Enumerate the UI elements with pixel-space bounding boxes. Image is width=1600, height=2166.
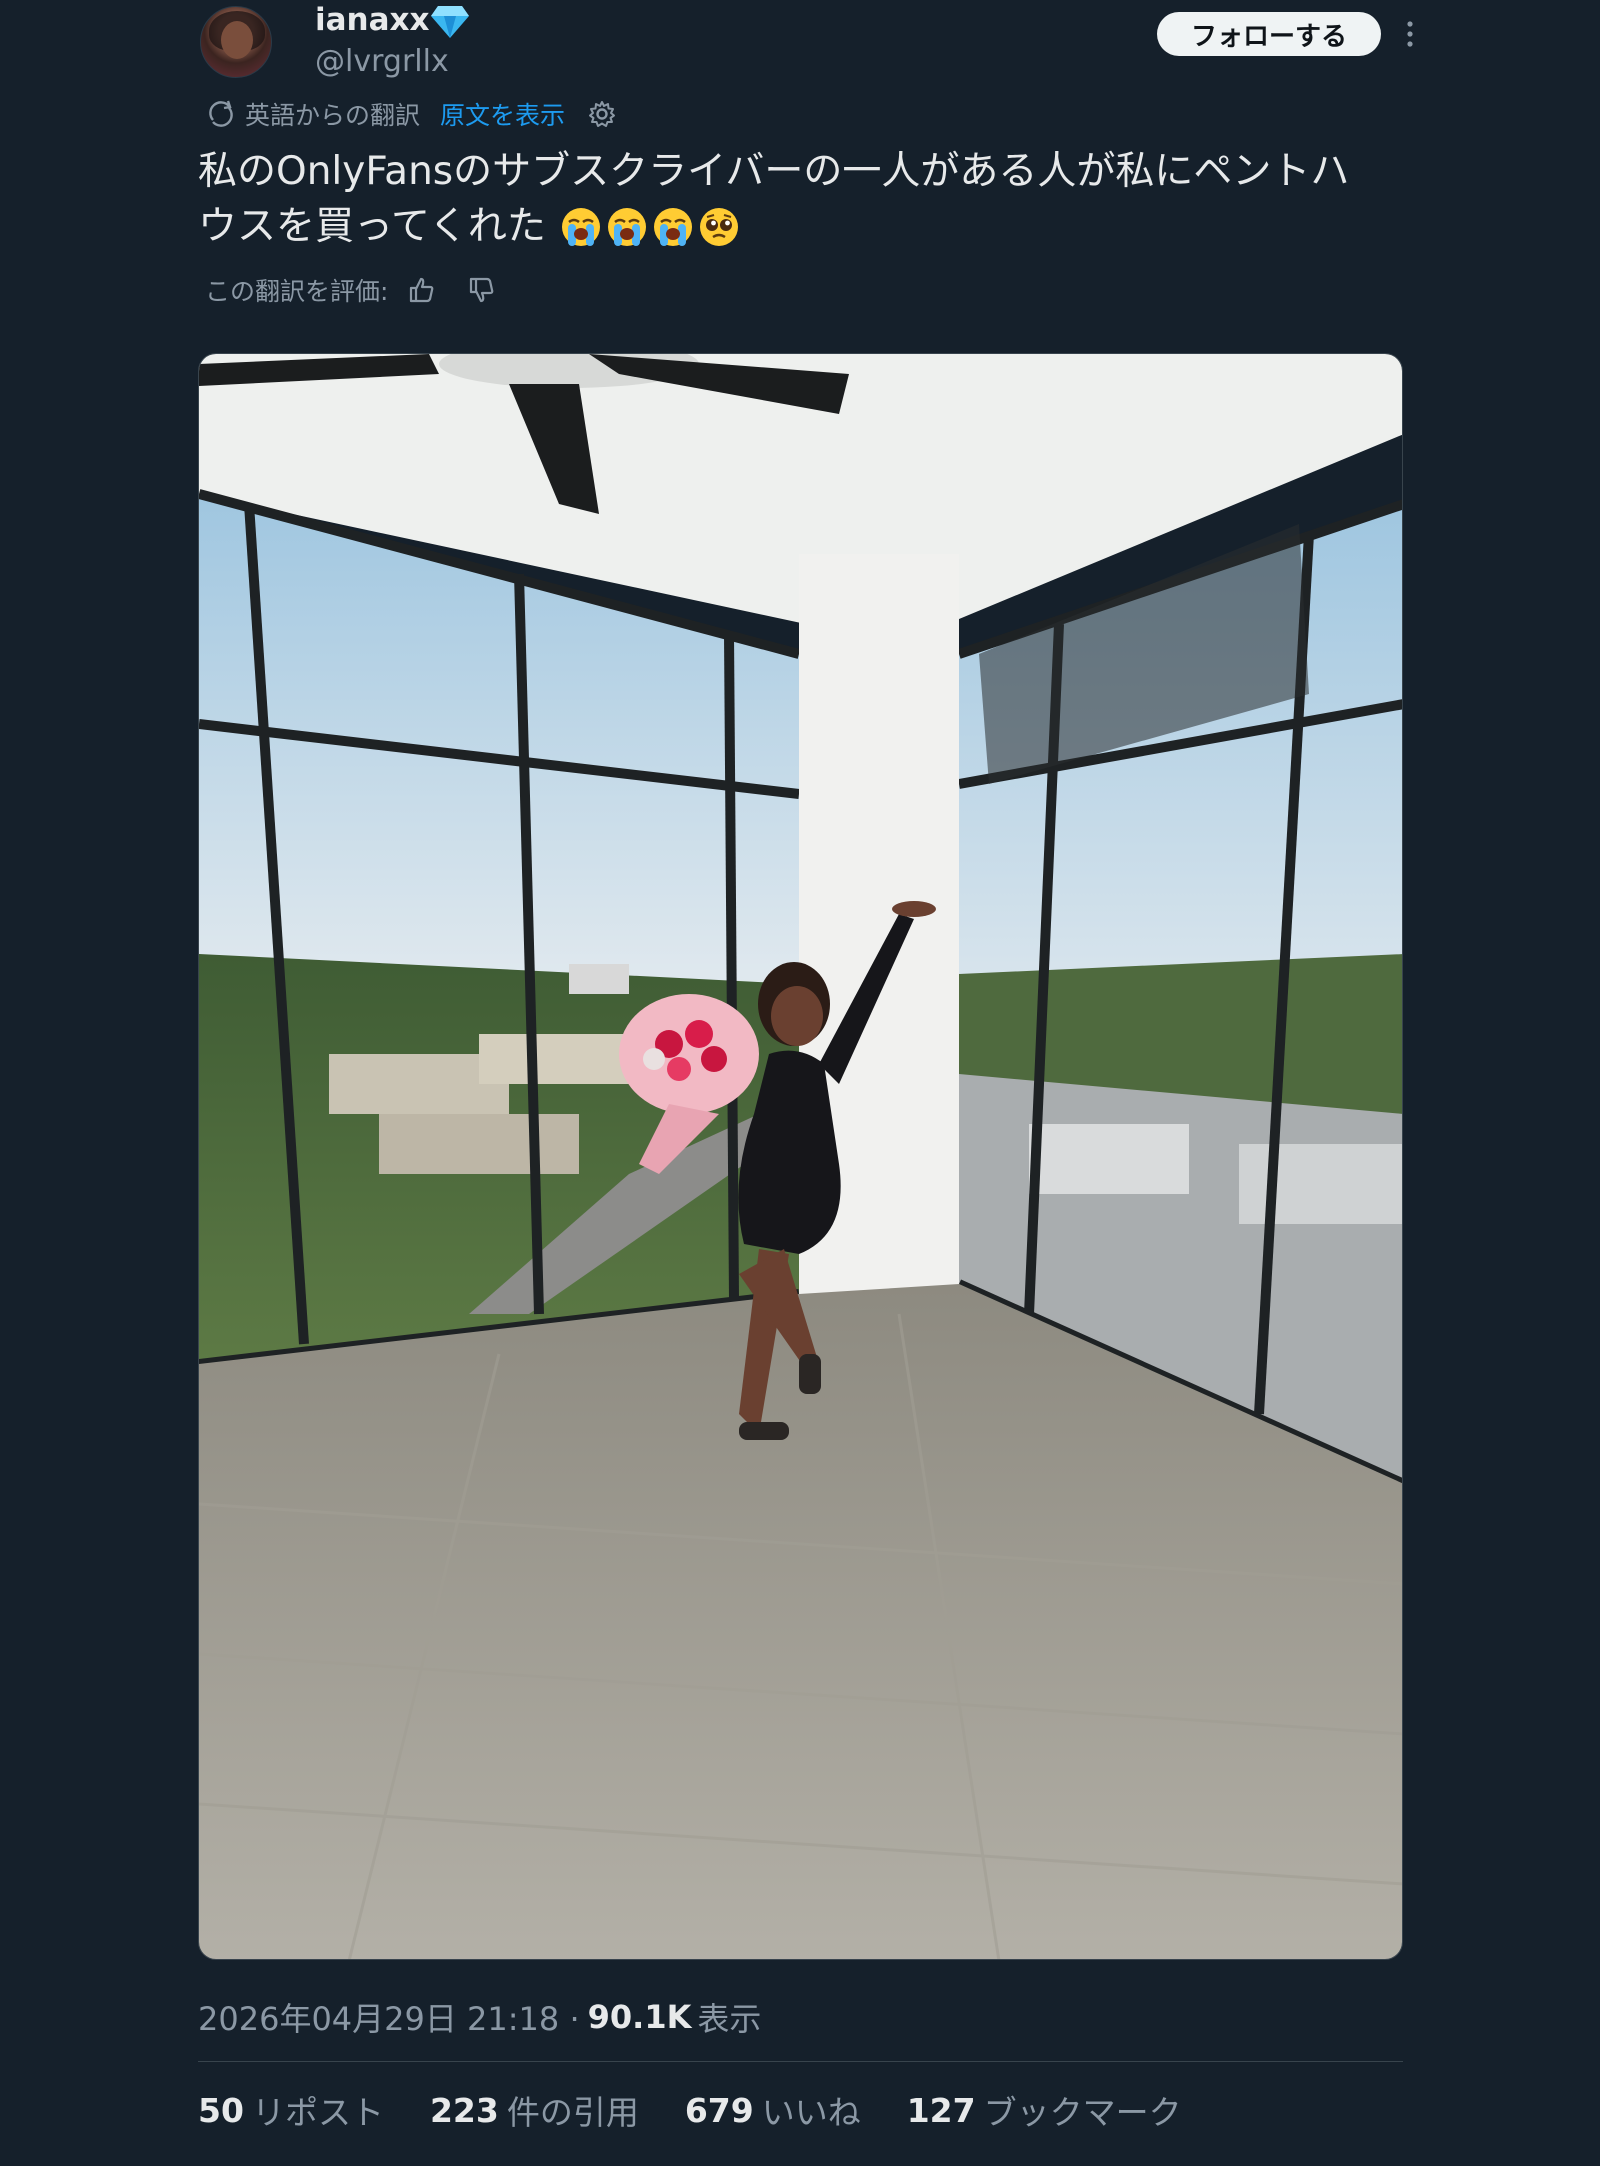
stat-label: 件の引用	[506, 2093, 639, 2132]
gear-icon[interactable]	[587, 99, 617, 129]
tweet-text-line: ウスを買ってくれた	[198, 199, 1398, 254]
pleading-face-icon	[699, 207, 738, 246]
stat-count: 50	[198, 2090, 244, 2130]
stat-label: ブックマーク	[983, 2093, 1182, 2132]
views-count: 90.1K	[587, 1998, 692, 2036]
loudly-crying-face-icon	[561, 207, 600, 246]
translation-bar: 英語からの翻訳 原文を表示	[205, 94, 617, 134]
tweet-text-span: ウスを買ってくれた	[198, 204, 546, 249]
translate-icon	[209, 100, 233, 127]
loudly-crying-face-icon	[653, 207, 692, 246]
stat-count: 223	[429, 2090, 499, 2130]
follow-button[interactable]: フォローする	[1157, 12, 1381, 56]
penthouse-photo	[199, 354, 1402, 1959]
stat-quotes[interactable]: 223 件の引用	[430, 2086, 639, 2134]
tweet-detail: ianaxx @lvrgrllx フォローする 英語からの翻訳 原文を表示 私の…	[0, 0, 1600, 2166]
tweet-text-line: 私のOnlyFansのサブスクライバーの一人がある人が私にペントハ	[198, 149, 1350, 194]
stat-label: いいね	[761, 2093, 861, 2132]
loudly-crying-face-icon	[607, 207, 646, 246]
divider	[198, 2061, 1403, 2062]
translation-label: 英語からの翻訳	[245, 101, 421, 130]
thumbs-down-icon[interactable]	[466, 275, 496, 305]
translation-rating: この翻訳を評価:	[205, 272, 496, 308]
tweet-meta: 2026年04月29日 21:18 · 90.1K 表示	[198, 1994, 761, 2040]
rate-label: この翻訳を評価:	[205, 277, 389, 306]
stat-count: 127	[906, 2090, 976, 2130]
avatar[interactable]	[200, 6, 272, 78]
show-original-link[interactable]: 原文を表示	[440, 96, 565, 132]
display-name[interactable]: ianaxx	[315, 2, 430, 38]
stat-reposts[interactable]: 50 リポスト	[198, 2086, 384, 2134]
stat-label: リポスト	[251, 2093, 384, 2132]
tweet-text: 私のOnlyFansのサブスクライバーの一人がある人が私にペントハ ウスを買って…	[198, 144, 1398, 254]
stat-bookmarks[interactable]: 127 ブックマーク	[907, 2086, 1182, 2134]
handle[interactable]: @lvrgrllx	[315, 44, 449, 79]
diamond-icon	[431, 6, 469, 38]
thumbs-up-icon[interactable]	[406, 275, 436, 305]
tweet-photo[interactable]	[198, 353, 1403, 1960]
timestamp[interactable]: 2026年04月29日 21:18 ·	[198, 1994, 580, 2040]
stat-count: 679	[684, 2090, 754, 2130]
engagement-stats: 50 リポスト 223 件の引用 679 いいね 127 ブックマーク	[198, 2086, 1228, 2134]
stat-likes[interactable]: 679 いいね	[685, 2086, 861, 2134]
views-label: 表示	[697, 2000, 762, 2038]
more-options-icon[interactable]	[1396, 14, 1424, 54]
